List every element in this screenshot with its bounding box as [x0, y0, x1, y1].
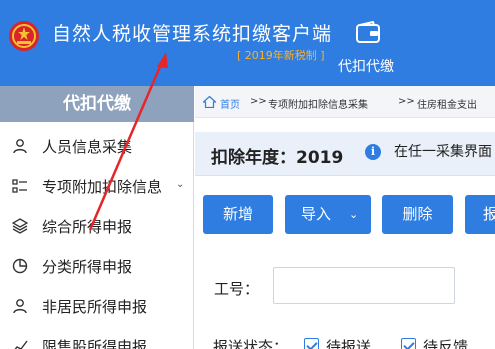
- stock-icon: [14, 340, 28, 349]
- breadcrumb-separator: >>: [398, 96, 415, 107]
- deduction-year-bar: 扣除年度：2019 i 在任一采集界面: [195, 132, 495, 176]
- sidebar-item-label: 人员信息采集: [42, 138, 133, 156]
- sidebar-item-label: 分类所得申报: [42, 258, 133, 276]
- info-icon[interactable]: i: [365, 144, 381, 160]
- sidebar-item-classified-income[interactable]: 分类所得申报: [0, 246, 194, 286]
- breadcrumb-separator: >>: [250, 96, 267, 107]
- notice-text: 在任一采集界面: [394, 144, 492, 160]
- delete-button[interactable]: 删除: [382, 195, 453, 234]
- pie-icon: [12, 258, 28, 274]
- import-button-label: 导入: [301, 205, 332, 223]
- report-status-label: 报送状态：: [213, 338, 289, 349]
- chevron-down-icon[interactable]: ⌄: [176, 179, 184, 190]
- person-icon: [13, 299, 27, 314]
- breadcrumb-item: 住房租金支出: [417, 100, 477, 111]
- national-emblem-icon: [9, 21, 39, 51]
- wallet-icon[interactable]: [356, 21, 380, 43]
- app-title: 自然人税收管理系统扣缴客户端: [52, 23, 333, 45]
- status-pending-checkbox[interactable]: [304, 338, 319, 349]
- report-button[interactable]: 报: [465, 195, 495, 234]
- person-icon: [13, 139, 27, 154]
- app-subtitle: [ 2019年新税制 ]: [237, 49, 325, 62]
- sidebar-item-label: 综合所得申报: [42, 218, 133, 236]
- sidebar-item-comprehensive-income[interactable]: 综合所得申报: [0, 206, 194, 246]
- deduction-year-label: 扣除年度：2019: [211, 148, 344, 168]
- sidebar-item-nonresident-income[interactable]: 非居民所得申报: [0, 286, 194, 326]
- breadcrumb-home[interactable]: 首页: [220, 96, 240, 111]
- breadcrumb-item[interactable]: 专项附加扣除信息采集: [268, 96, 368, 111]
- sidebar: 代扣代缴 人员信息采集 专项附加扣除信息 ⌄ 综合所得申报 分类所得申报 非居民…: [0, 86, 194, 349]
- employee-id-input[interactable]: [273, 267, 455, 304]
- home-icon[interactable]: [203, 96, 216, 108]
- status-pending-label: 待报送: [326, 338, 372, 349]
- sidebar-item-label: 非居民所得申报: [42, 298, 148, 316]
- sidebar-item-special-deduction[interactable]: 专项附加扣除信息 ⌄: [0, 166, 194, 206]
- layers-icon: [12, 218, 28, 234]
- list-icon: [12, 179, 27, 193]
- breadcrumb: 首页 >> 专项附加扣除信息采集 >> 住房租金支出: [195, 86, 495, 118]
- add-button[interactable]: 新增: [203, 195, 273, 234]
- employee-id-label: 工号：: [214, 280, 260, 298]
- status-awaiting-feedback-checkbox[interactable]: [401, 338, 416, 349]
- import-button[interactable]: 导入 ⌄: [285, 195, 371, 234]
- sidebar-heading: 代扣代缴: [0, 86, 194, 122]
- chevron-down-icon: ⌄: [349, 208, 359, 221]
- sidebar-item-personnel-info[interactable]: 人员信息采集: [0, 126, 194, 166]
- sidebar-item-restricted-stock-income[interactable]: 限售股所得申报: [0, 326, 194, 349]
- app-header: 自然人税收管理系统扣缴客户端 [ 2019年新税制 ] 代扣代缴: [0, 0, 495, 86]
- sidebar-item-label: 限售股所得申报: [42, 338, 148, 349]
- sidebar-item-label: 专项附加扣除信息: [42, 178, 163, 196]
- status-awaiting-feedback-label: 待反馈: [423, 338, 469, 349]
- module-label[interactable]: 代扣代缴: [338, 56, 394, 76]
